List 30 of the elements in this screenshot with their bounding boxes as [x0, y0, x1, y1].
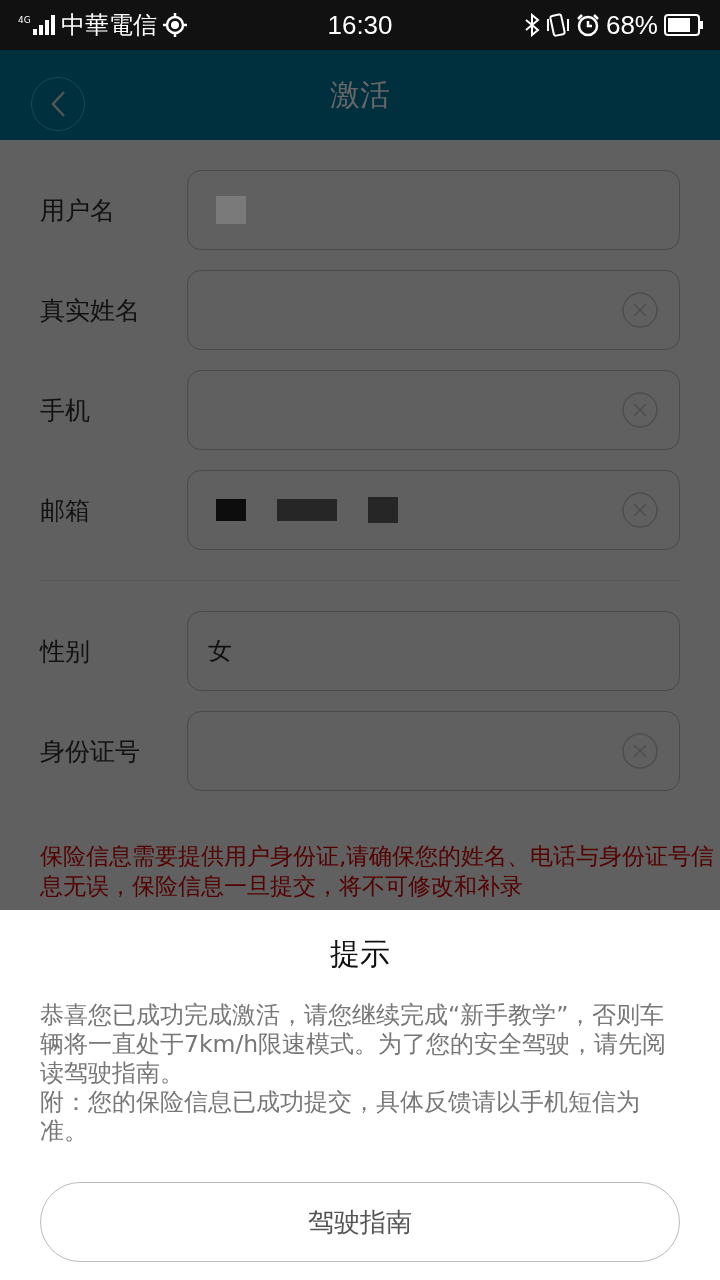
- redaction-mark: [216, 499, 246, 521]
- field-label: 性别: [40, 635, 91, 668]
- battery-percent: 68%: [605, 9, 658, 41]
- dialog-title: 提示: [329, 935, 391, 973]
- field-label: 邮箱: [40, 494, 91, 527]
- alarm-icon: [575, 13, 600, 37]
- redaction-mark: [216, 196, 246, 224]
- carrier-name: 中華電信: [60, 10, 157, 41]
- dialog-message: 恭喜您已成功完成激活，请您继续完成“新手教学”，否则车辆将一直处于7km/h限速模式。为了您的安全驾驶，请先阅读驾驶指南。: [40, 1001, 668, 1088]
- input-field[interactable]: [187, 470, 680, 550]
- battery-icon: [664, 14, 704, 36]
- redaction-mark: [277, 499, 337, 521]
- back-icon: [50, 90, 66, 118]
- signal-icon: [32, 15, 55, 35]
- vibrate-icon: [545, 13, 570, 37]
- field-label: 真实姓名: [40, 294, 141, 327]
- location-icon: [162, 13, 187, 37]
- network-type: 4G: [18, 15, 31, 25]
- guide-button[interactable]: 驾驶指南: [40, 1182, 680, 1262]
- bluetooth-icon: [523, 13, 540, 37]
- clock-time: 16:30: [327, 9, 393, 41]
- page-title: 激活: [330, 75, 390, 114]
- field-label: 手机: [40, 394, 91, 427]
- input-field[interactable]: [187, 170, 680, 250]
- field-label: 用户名: [40, 194, 116, 227]
- field-value: 女: [208, 636, 232, 667]
- redaction-mark: [368, 497, 398, 523]
- warning-text: 保险信息需要提供用户身份证,请确保您的姓名、电话与身份证号信息无误，保险信息一旦提交，将不可修改和补录: [40, 842, 716, 901]
- dialog-note: 附：您的保险信息已成功提交，具体反馈请以手机短信为准。: [40, 1088, 641, 1146]
- field-label: 身份证号: [40, 735, 141, 768]
